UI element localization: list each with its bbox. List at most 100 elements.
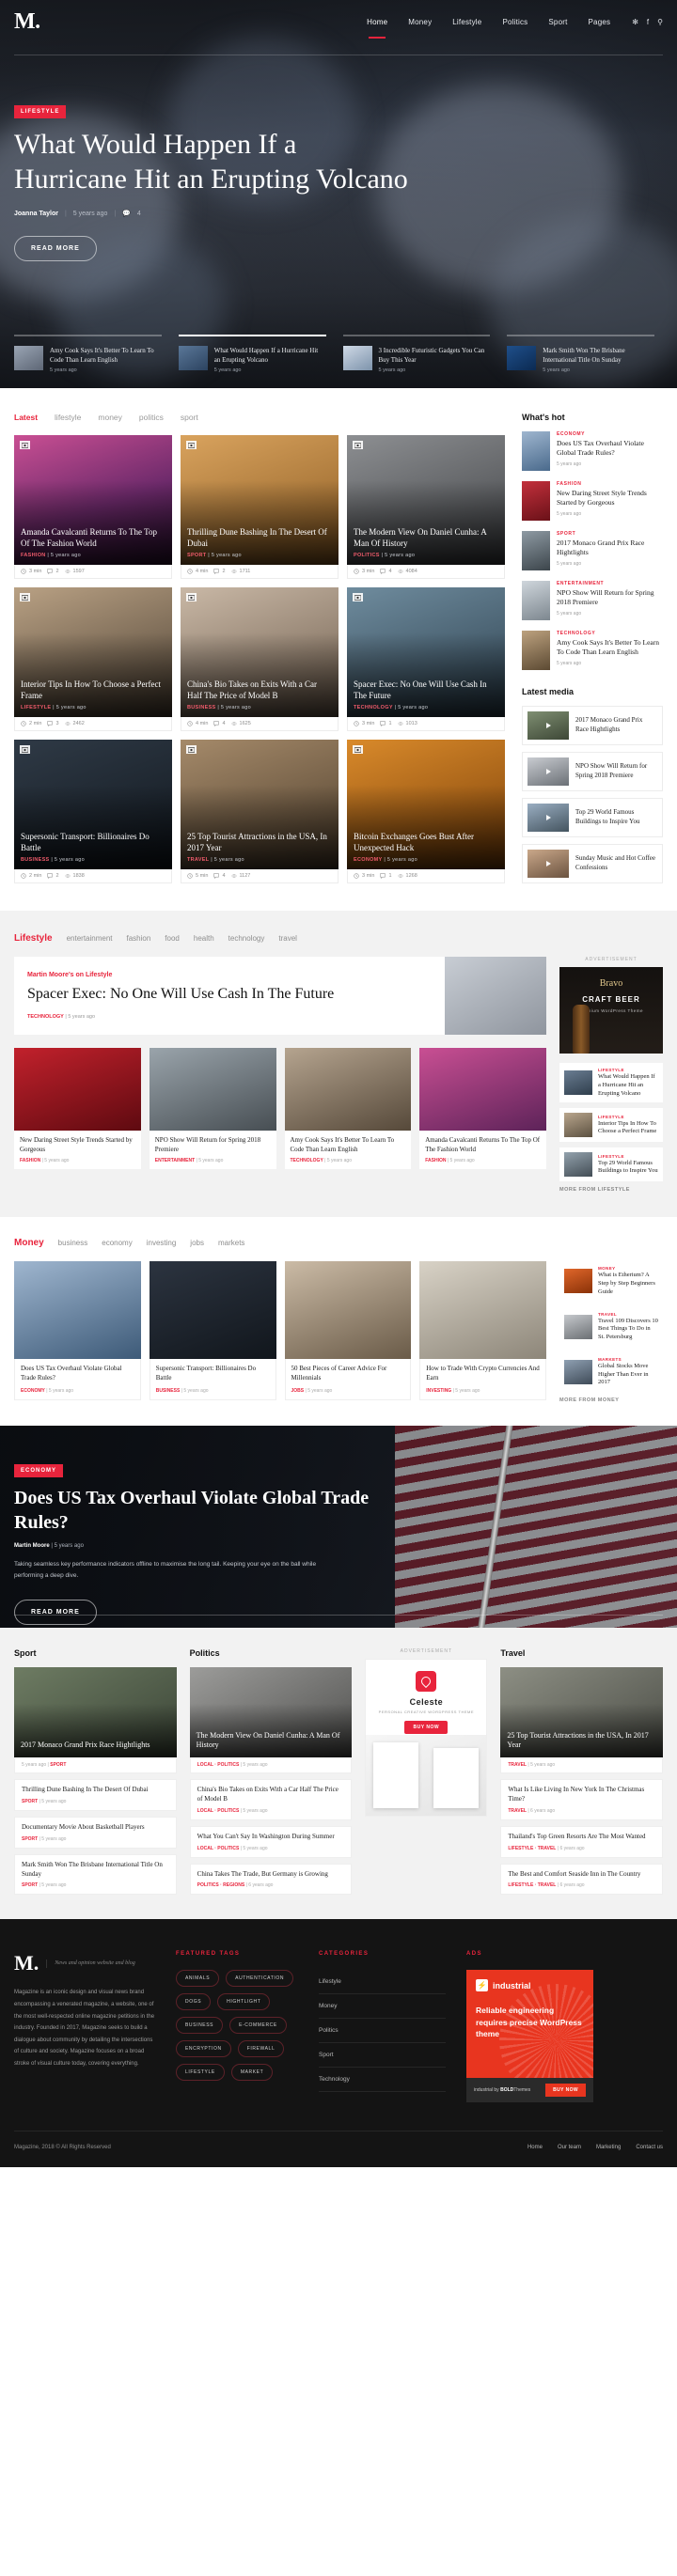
tab-latest[interactable]: Latest [14,413,38,422]
lifestyle-tab-technology[interactable]: technology [228,934,265,943]
industrial-buy-button[interactable]: BUY NOW [545,2084,586,2098]
lifestyle-tab-entertainment[interactable]: entertainment [67,934,113,943]
bottom-item-title[interactable]: Documentary Movie About Basketball Playe… [22,1823,169,1833]
footer-category[interactable]: Sport [319,2043,446,2069]
lifestyle-mini-card[interactable]: New Daring Street Style Trends Started b… [14,1047,141,1170]
card-category[interactable]: FASHION [21,553,46,558]
politics-lead-title[interactable]: The Modern View On Daniel Cunha: A Man O… [197,1731,346,1752]
money-card-title[interactable]: Does US Tax Overhaul Violate Global Trad… [21,1365,134,1383]
card-title[interactable]: Bitcoin Exchanges Goes Bust After Unexpe… [354,831,498,853]
footer-tag[interactable]: AUTHENTICATION [226,1970,294,1988]
lifestyle-tab-fashion[interactable]: fashion [127,934,151,943]
travel-lead-cat[interactable]: TRAVEL [508,1762,527,1768]
card-category[interactable]: BUSINESS [21,857,50,863]
money-card-title[interactable]: How to Trade With Crypto Currencies And … [426,1365,540,1383]
politics-lead-cat[interactable]: LOCAL · POLITICS [197,1762,240,1768]
card-category[interactable]: SPORT [187,553,206,558]
money-card-title[interactable]: Supersonic Transport: Billionaires Do Ba… [156,1365,270,1383]
side-title[interactable]: Travel 109 Discovers 10 Best Things To D… [598,1318,658,1342]
footer-tag[interactable]: E-COMMERCE [229,2017,287,2035]
money-section-title[interactable]: Money [14,1238,44,1248]
play-icon[interactable] [527,804,569,832]
dark-category-badge[interactable]: ECONOMY [14,1464,64,1478]
nav-item-money[interactable]: Money [398,18,442,26]
travel-list-item[interactable]: Thailand's Top Green Resorts Are The Mos… [500,1825,664,1858]
bottom-item-category[interactable]: TRAVEL [508,1808,527,1814]
site-logo[interactable]: M. [14,9,40,35]
whats-hot-item[interactable]: ENTERTAINMENT NPO Show Will Return for Sp… [522,581,663,620]
strip-title[interactable]: 3 Incredible Futuristic Gadgets You Can … [379,346,491,365]
politics-lead-card[interactable]: The Modern View On Daniel Cunha: A Man O… [189,1667,353,1774]
latest-card[interactable]: Amanda Cavalcanti Returns To The Top Of … [14,435,172,579]
hot-category[interactable]: SPORT [557,531,663,537]
bottom-item-title[interactable]: The Best and Comfort Seaside Inn in The … [508,1870,655,1880]
strip-title[interactable]: What Would Happen If a Hurricane Hit an … [214,346,326,365]
strip-title[interactable]: Amy Cook Says It's Better To Learn To Co… [50,346,162,365]
tab-money[interactable]: money [98,413,122,422]
industrial-ad-banner[interactable]: industrial Reliable engineering requires… [466,1970,593,2079]
bottom-item-title[interactable]: Mark Smith Won The Brisbane Internationa… [22,1861,169,1880]
sport-list-item[interactable]: Mark Smith Won The Brisbane Internationa… [14,1853,177,1896]
sport-list-item[interactable]: Thrilling Dune Bashing In The Desert Of … [14,1779,177,1811]
tab-lifestyle[interactable]: lifestyle [55,413,81,422]
footer-link[interactable]: Home [527,2145,543,2150]
travel-lead-title[interactable]: 25 Top Tourist Attractions in the USA, I… [507,1731,656,1752]
hot-title[interactable]: Does US Tax Overhaul Violate Global Trad… [557,439,663,459]
card-category[interactable]: BUSINESS [187,705,216,710]
media-item[interactable]: NPO Show Will Return for Spring 2018 Pre… [522,752,663,791]
bottom-item-category[interactable]: SPORT [22,1882,38,1888]
sport-lead-title[interactable]: 2017 Monaco Grand Prix Race Hightlights [21,1741,170,1751]
money-tab-investing[interactable]: investing [147,1239,177,1247]
travel-lead-card[interactable]: 25 Top Tourist Attractions in the USA, I… [500,1667,664,1774]
travel-list-item[interactable]: What Is Like Living In New York In The C… [500,1779,664,1820]
money-tab-economy[interactable]: economy [102,1239,132,1247]
nav-item-lifestyle[interactable]: Lifestyle [442,18,492,26]
bottom-item-category[interactable]: LIFESTYLE · TRAVEL [508,1846,556,1851]
bottom-item-category[interactable]: LIFESTYLE · TRAVEL [508,1882,556,1888]
footer-link[interactable]: Contact us [636,2145,663,2150]
card-title[interactable]: Supersonic Transport: Billionaires Do Ba… [21,831,165,853]
lifestyle-feature-card[interactable]: Martin Moore's on Lifestyle Spacer Exec:… [14,957,546,1035]
money-card-category[interactable]: ECONOMY [21,1388,45,1394]
mini-title[interactable]: Amy Cook Says It's Better To Learn To Co… [291,1136,406,1155]
sport-list-item[interactable]: Documentary Movie About Basketball Playe… [14,1816,177,1849]
side-title[interactable]: What is Etherium? A Step by Step Beginne… [598,1272,658,1296]
footer-tag[interactable]: FIREWALL [237,2040,285,2058]
facebook-icon[interactable]: f [647,18,649,26]
nav-item-pages[interactable]: Pages [578,18,622,26]
money-card[interactable]: Does US Tax Overhaul Violate Global Trad… [14,1261,141,1400]
money-card[interactable]: How to Trade With Crypto Currencies And … [419,1261,546,1400]
sport-lead-card[interactable]: 2017 Monaco Grand Prix Race Hightlights … [14,1667,177,1774]
hero-strip-item[interactable]: Mark Smith Won The Brisbane Internationa… [498,334,663,373]
dark-read-more-button[interactable]: READ MORE [14,1599,97,1625]
side-list-item[interactable]: LIFESTYLE Top 29 World Famous Buildings t… [559,1147,663,1182]
footer-link[interactable]: Marketing [596,2145,621,2150]
latest-card[interactable]: Spacer Exec: No One Will Use Cash In The… [347,587,505,731]
whats-hot-item[interactable]: FASHION New Daring Street Style Trends St… [522,481,663,521]
hot-title[interactable]: 2017 Monaco Grand Prix Race Hightlights [557,539,663,558]
bottom-item-category[interactable]: LOCAL · POLITICS [197,1808,240,1814]
hot-title[interactable]: New Daring Street Style Trends Started b… [557,489,663,508]
mini-category[interactable]: FASHION [425,1158,446,1163]
sport-lead-cat[interactable]: SPORT [50,1762,66,1768]
side-category[interactable]: TRAVEL [598,1312,658,1317]
media-title[interactable]: 2017 Monaco Grand Prix Race Hightlights [575,716,657,735]
hot-category[interactable]: TECHNOLOGY [557,631,663,636]
tab-sport[interactable]: sport [181,413,198,422]
money-card[interactable]: Supersonic Transport: Billionaires Do Ba… [149,1261,276,1400]
side-title[interactable]: Interior Tips In How To Choose a Perfect… [598,1120,658,1137]
lifestyle-mini-card[interactable]: Amy Cook Says It's Better To Learn To Co… [284,1047,412,1170]
hero-strip-item[interactable]: What Would Happen If a Hurricane Hit an … [170,334,335,373]
lifestyle-tab-health[interactable]: health [194,934,214,943]
bottom-item-title[interactable]: What Is Like Living In New York In The C… [508,1786,655,1804]
feature-title[interactable]: Spacer Exec: No One Will Use Cash In The… [27,985,432,1005]
bottom-item-category[interactable]: SPORT [22,1799,38,1804]
twitter-icon[interactable]: ✻ [632,18,638,26]
bottom-item-title[interactable]: China Takes The Trade, But Germany is Gr… [197,1870,345,1880]
latest-card[interactable]: Thrilling Dune Bashing In The Desert Of … [181,435,338,579]
footer-tag[interactable]: MARKET [230,2064,274,2082]
footer-category[interactable]: Money [319,1994,446,2020]
mini-title[interactable]: NPO Show Will Return for Spring 2018 Pre… [155,1136,271,1155]
politics-list-item[interactable]: What You Can't Say In Washington During … [189,1825,353,1858]
card-title[interactable]: Amanda Cavalcanti Returns To The Top Of … [21,526,165,549]
